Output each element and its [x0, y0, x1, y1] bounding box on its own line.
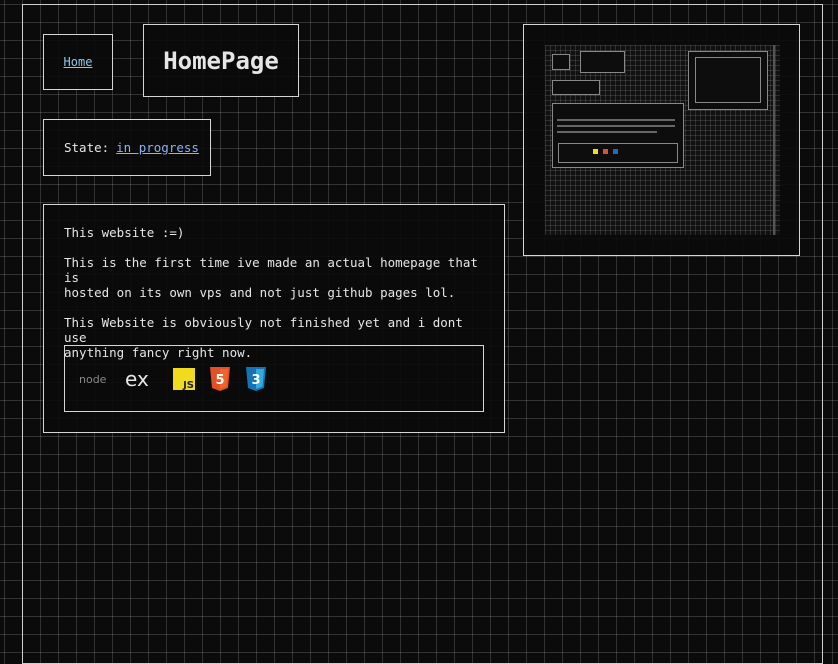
- svg-text:JS: JS: [182, 380, 194, 390]
- nodejs-icon: node: [79, 371, 111, 387]
- title-box: HomePage: [143, 24, 299, 97]
- state-link[interactable]: in progress: [116, 140, 199, 155]
- express-icon: ex: [125, 367, 159, 391]
- state-box: State: in progress: [43, 119, 211, 176]
- html5-icon: 5: [209, 366, 231, 391]
- javascript-icon: JS: [173, 367, 195, 390]
- svg-text:5: 5: [215, 373, 224, 388]
- svg-text:node: node: [79, 373, 107, 386]
- home-link[interactable]: Home: [64, 55, 93, 69]
- svg-text:3: 3: [251, 373, 260, 388]
- site-preview-thumbnail: [523, 24, 800, 256]
- about-paragraph-1: This is the first time ive made an actua…: [64, 255, 478, 300]
- about-heading: This website :=): [64, 225, 185, 240]
- home-nav-box: Home: [43, 34, 113, 90]
- svg-text:ex: ex: [125, 367, 149, 391]
- page-title: HomePage: [163, 46, 279, 75]
- tech-stack-box: node ex JS 5 3: [64, 345, 484, 412]
- about-box: This website :=) This is the first time …: [43, 204, 505, 433]
- preview-screenshot: [545, 45, 780, 235]
- css3-icon: 3: [245, 366, 267, 391]
- state-label: State:: [64, 140, 110, 155]
